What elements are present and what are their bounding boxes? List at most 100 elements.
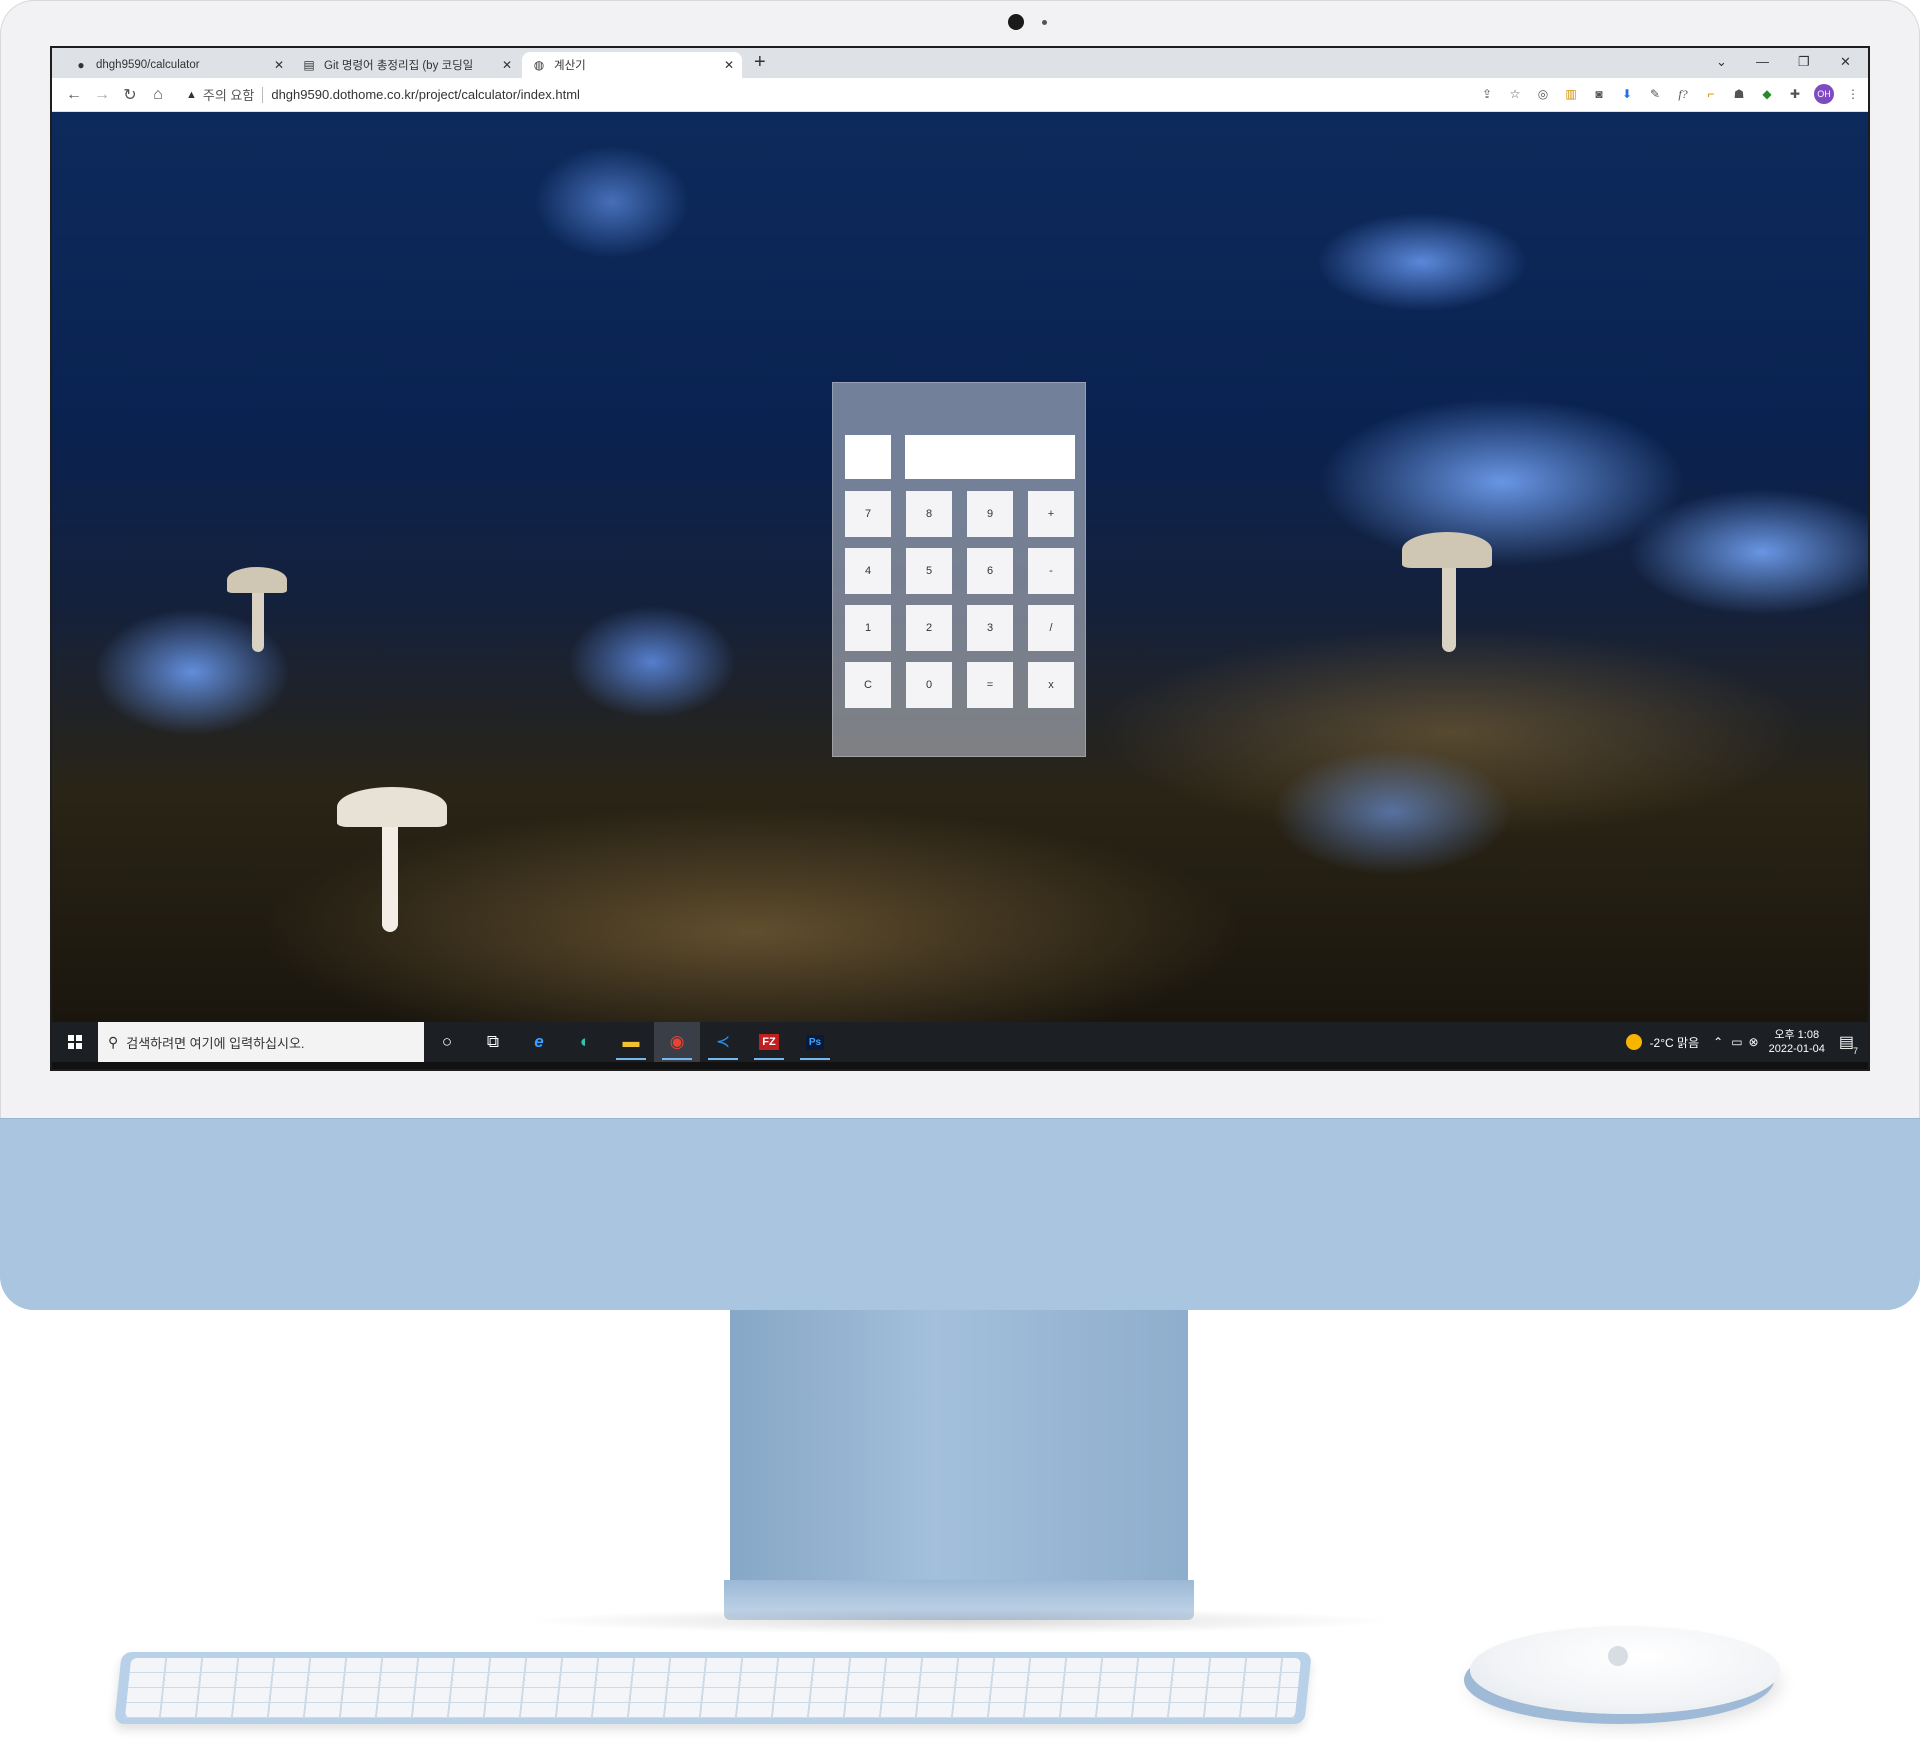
extension-icon[interactable]: ⌐ (1702, 85, 1720, 103)
tab-git-commands[interactable]: ▤ Git 명령어 총정리집 (by 코딩일 ✕ (292, 52, 520, 78)
imac-scene: ● dhgh9590/calculator ✕ ▤ Git 명령어 총정리집 (… (0, 0, 1920, 1740)
file-explorer-icon[interactable]: ▬ (608, 1022, 654, 1062)
font-icon[interactable]: f? (1674, 85, 1692, 103)
windows-taskbar: ⚲ 검색하려면 여기에 입력하십시오. ○ ⧉ e ◐ ▬ ◉ ≺ FZ Ps … (52, 1022, 1868, 1062)
windows-logo-icon (68, 1035, 82, 1049)
mushroom-cap (337, 787, 447, 827)
extension-icon[interactable]: ◎ (1534, 85, 1552, 103)
network-icon[interactable]: ▭ (1731, 1035, 1742, 1049)
mushroom-stem (1442, 562, 1456, 652)
security-status[interactable]: 주의 요함 (203, 85, 254, 104)
new-tab-button[interactable]: + (754, 51, 766, 74)
download-icon[interactable]: ⬇ (1618, 85, 1636, 103)
close-icon[interactable]: ✕ (724, 58, 734, 72)
imac-chin (0, 1118, 1920, 1310)
screen: ● dhgh9590/calculator ✕ ▤ Git 명령어 총정리집 (… (50, 46, 1870, 1071)
weather-sun-icon (1625, 1034, 1642, 1050)
mushroom-cap (1402, 532, 1492, 568)
back-button[interactable]: ← (60, 86, 88, 104)
cortana-icon[interactable]: ○ (424, 1022, 470, 1062)
keyboard (114, 1652, 1312, 1724)
start-button[interactable] (52, 1022, 98, 1062)
puzzle-icon[interactable]: ✚ (1786, 85, 1804, 103)
key-divide[interactable]: / (1028, 605, 1074, 651)
chevron-up-icon[interactable]: ⌃ (1713, 1035, 1723, 1049)
tab-label: Git 명령어 총정리집 (by 코딩일 (324, 60, 474, 72)
notification-count: 7 (1852, 1046, 1858, 1056)
close-window-button[interactable]: ✕ (1840, 54, 1851, 70)
key-multiply[interactable]: x (1028, 662, 1074, 708)
minimize-button[interactable]: — (1756, 54, 1769, 69)
home-button[interactable]: ⌂ (144, 86, 172, 104)
system-tray: -2°C 맑음 ⌃ ▭ ⊗ 오후 1:08 2022-01-04 ▤ 7 (1625, 1022, 1868, 1062)
bookmark-star-icon[interactable]: ☆ (1506, 85, 1524, 103)
forward-button[interactable]: → (88, 86, 116, 104)
extension-icon[interactable]: ✎ (1646, 85, 1664, 103)
volume-muted-icon[interactable]: ⊗ (1749, 1035, 1759, 1049)
operator-display (845, 435, 891, 479)
floor-shadow (520, 1608, 1400, 1634)
weather-text[interactable]: -2°C 맑음 (1650, 1034, 1700, 1051)
tab-github[interactable]: ● dhgh9590/calculator ✕ (64, 52, 292, 78)
calculator-panel: 7 8 9 + 4 5 6 - 1 2 3 / C 0 = x (832, 382, 1086, 757)
key-9[interactable]: 9 (967, 491, 1013, 537)
extension-icon[interactable]: ▥ (1562, 85, 1580, 103)
apple-logo-icon (1608, 1646, 1628, 1666)
time-text: 오후 1:08 (1774, 1029, 1820, 1041)
profile-avatar[interactable]: OH (1814, 84, 1834, 104)
tab-label: dhgh9590/calculator (96, 59, 200, 71)
task-view-icon[interactable]: ⧉ (470, 1022, 516, 1062)
url-text[interactable]: dhgh9590.dothome.co.kr/project/calculato… (271, 87, 580, 102)
close-icon[interactable]: ✕ (274, 58, 284, 72)
extension-icon[interactable]: ☗ (1730, 85, 1748, 103)
close-icon[interactable]: ✕ (502, 58, 512, 72)
globe-icon: ◍ (533, 58, 545, 72)
date-text: 2022-01-04 (1768, 1043, 1825, 1055)
camera-indicator (1042, 20, 1047, 25)
key-5[interactable]: 5 (906, 548, 952, 594)
reload-button[interactable]: ↻ (116, 85, 144, 105)
photoshop-icon[interactable]: Ps (792, 1022, 838, 1062)
chrome-icon[interactable]: ◉ (654, 1022, 700, 1062)
vscode-icon[interactable]: ≺ (700, 1022, 746, 1062)
key-7[interactable]: 7 (845, 491, 891, 537)
key-3[interactable]: 3 (967, 605, 1013, 651)
key-plus[interactable]: + (1028, 491, 1074, 537)
tab-bar: ● dhgh9590/calculator ✕ ▤ Git 명령어 총정리집 (… (52, 48, 1868, 78)
result-display (905, 435, 1075, 479)
restore-button[interactable]: ❐ (1798, 54, 1810, 70)
key-8[interactable]: 8 (906, 491, 952, 537)
menu-icon[interactable]: ⋮ (1844, 85, 1862, 103)
tab-calculator[interactable]: ◍ 계산기 ✕ (522, 52, 742, 78)
clock[interactable]: 오후 1:08 2022-01-04 (1769, 1028, 1825, 1056)
notification-icon[interactable]: ▤ 7 (1839, 1032, 1858, 1056)
key-minus[interactable]: - (1028, 548, 1074, 594)
tab-label: 계산기 (554, 60, 586, 72)
mouse (1470, 1626, 1780, 1714)
mushroom-cap (227, 567, 287, 593)
address-bar[interactable]: ▲ 주의 요함 dhgh9590.dothome.co.kr/project/c… (186, 85, 580, 104)
key-2[interactable]: 2 (906, 605, 952, 651)
key-0[interactable]: 0 (906, 662, 952, 708)
camera-icon[interactable]: ◙ (1590, 85, 1608, 103)
key-1[interactable]: 1 (845, 605, 891, 651)
key-equals[interactable]: = (967, 662, 1013, 708)
camera (1008, 14, 1024, 30)
search-icon: ⚲ (108, 1033, 119, 1050)
extension-icon[interactable]: ◆ (1758, 85, 1776, 103)
ie-icon[interactable]: e (516, 1022, 562, 1062)
warning-icon: ▲ (186, 88, 197, 101)
key-4[interactable]: 4 (845, 548, 891, 594)
divider (262, 86, 264, 103)
keypad: 7 8 9 + 4 5 6 - 1 2 3 / C 0 = x (845, 491, 1074, 708)
web-page-background: 7 8 9 + 4 5 6 - 1 2 3 / C 0 = x (52, 112, 1868, 1022)
imac-stand (730, 1310, 1188, 1580)
edge-icon[interactable]: ◐ (562, 1022, 608, 1062)
share-icon[interactable]: ⇪ (1478, 85, 1496, 103)
taskbar-search[interactable]: ⚲ 검색하려면 여기에 입력하십시오. (98, 1022, 424, 1062)
browser-toolbar: ← → ↻ ⌂ ▲ 주의 요함 dhgh9590.dothome.co.kr/p… (52, 78, 1868, 112)
key-6[interactable]: 6 (967, 548, 1013, 594)
key-clear[interactable]: C (845, 662, 891, 708)
filezilla-icon[interactable]: FZ (746, 1022, 792, 1062)
tab-search-icon[interactable]: ⌄ (1716, 54, 1727, 70)
